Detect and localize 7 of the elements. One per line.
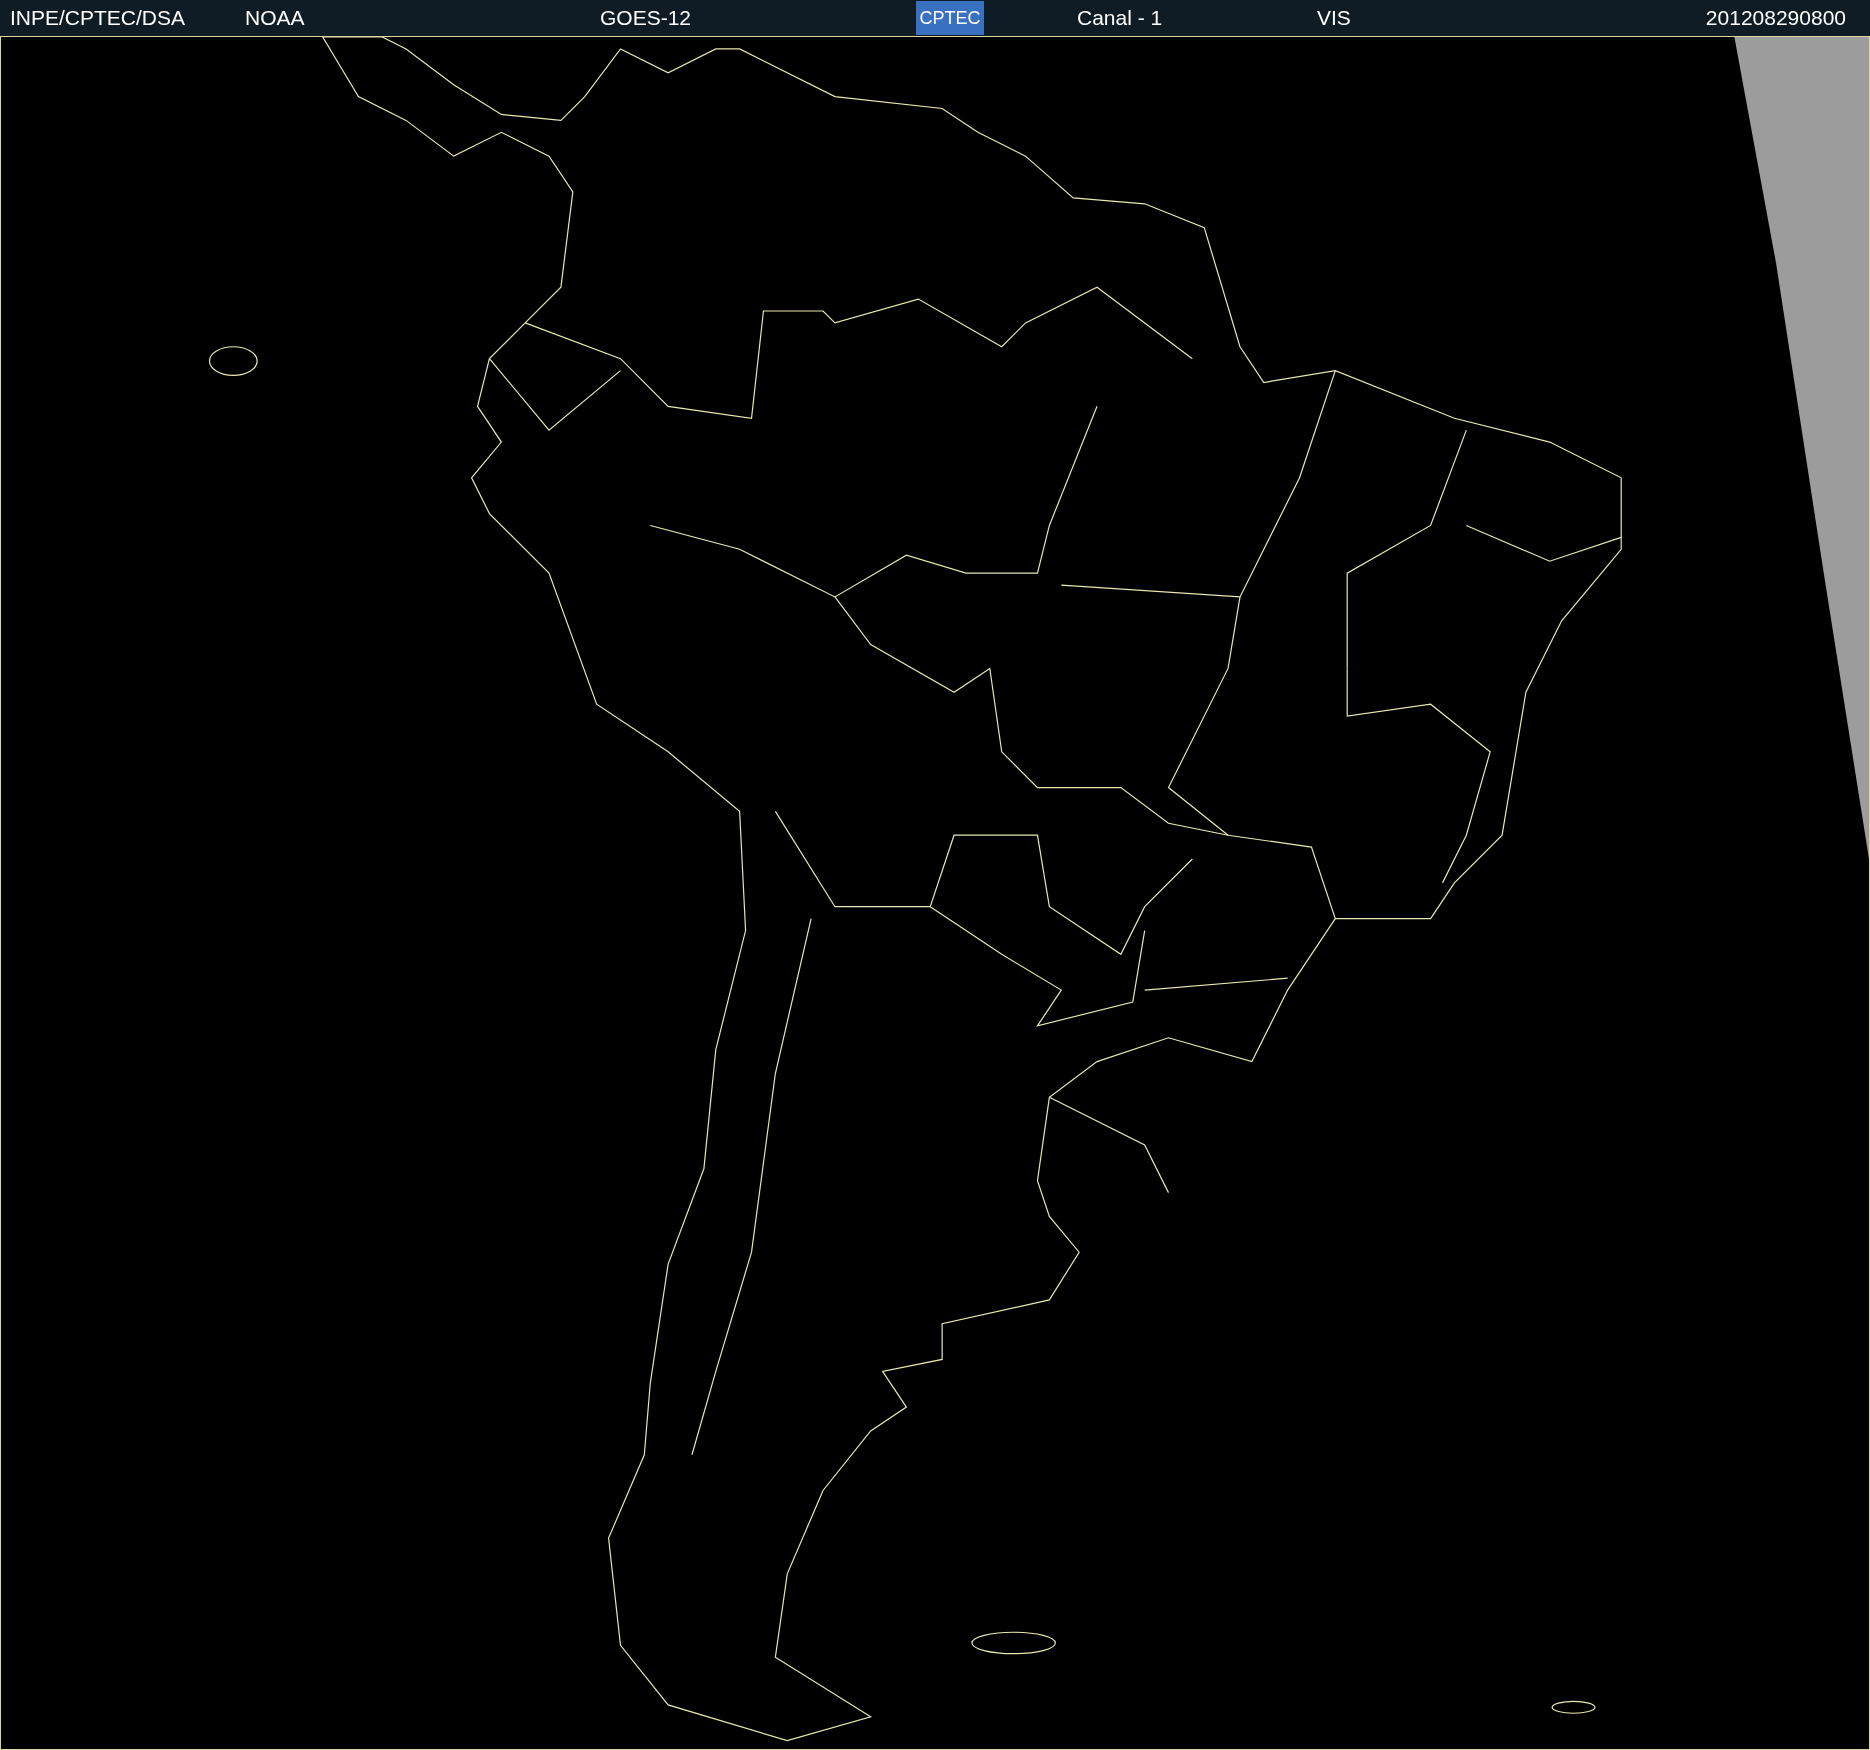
satellite-label: GOES-12	[600, 5, 693, 32]
logo: CPTEC	[916, 1, 984, 35]
source-label: INPE/CPTEC/DSA	[10, 5, 187, 32]
band-label: VIS	[1317, 5, 1351, 32]
agency-label: NOAA	[245, 5, 306, 32]
channel-label: Canal - 1	[1077, 5, 1164, 32]
timestamp-label: 201208290800	[1705, 5, 1847, 32]
